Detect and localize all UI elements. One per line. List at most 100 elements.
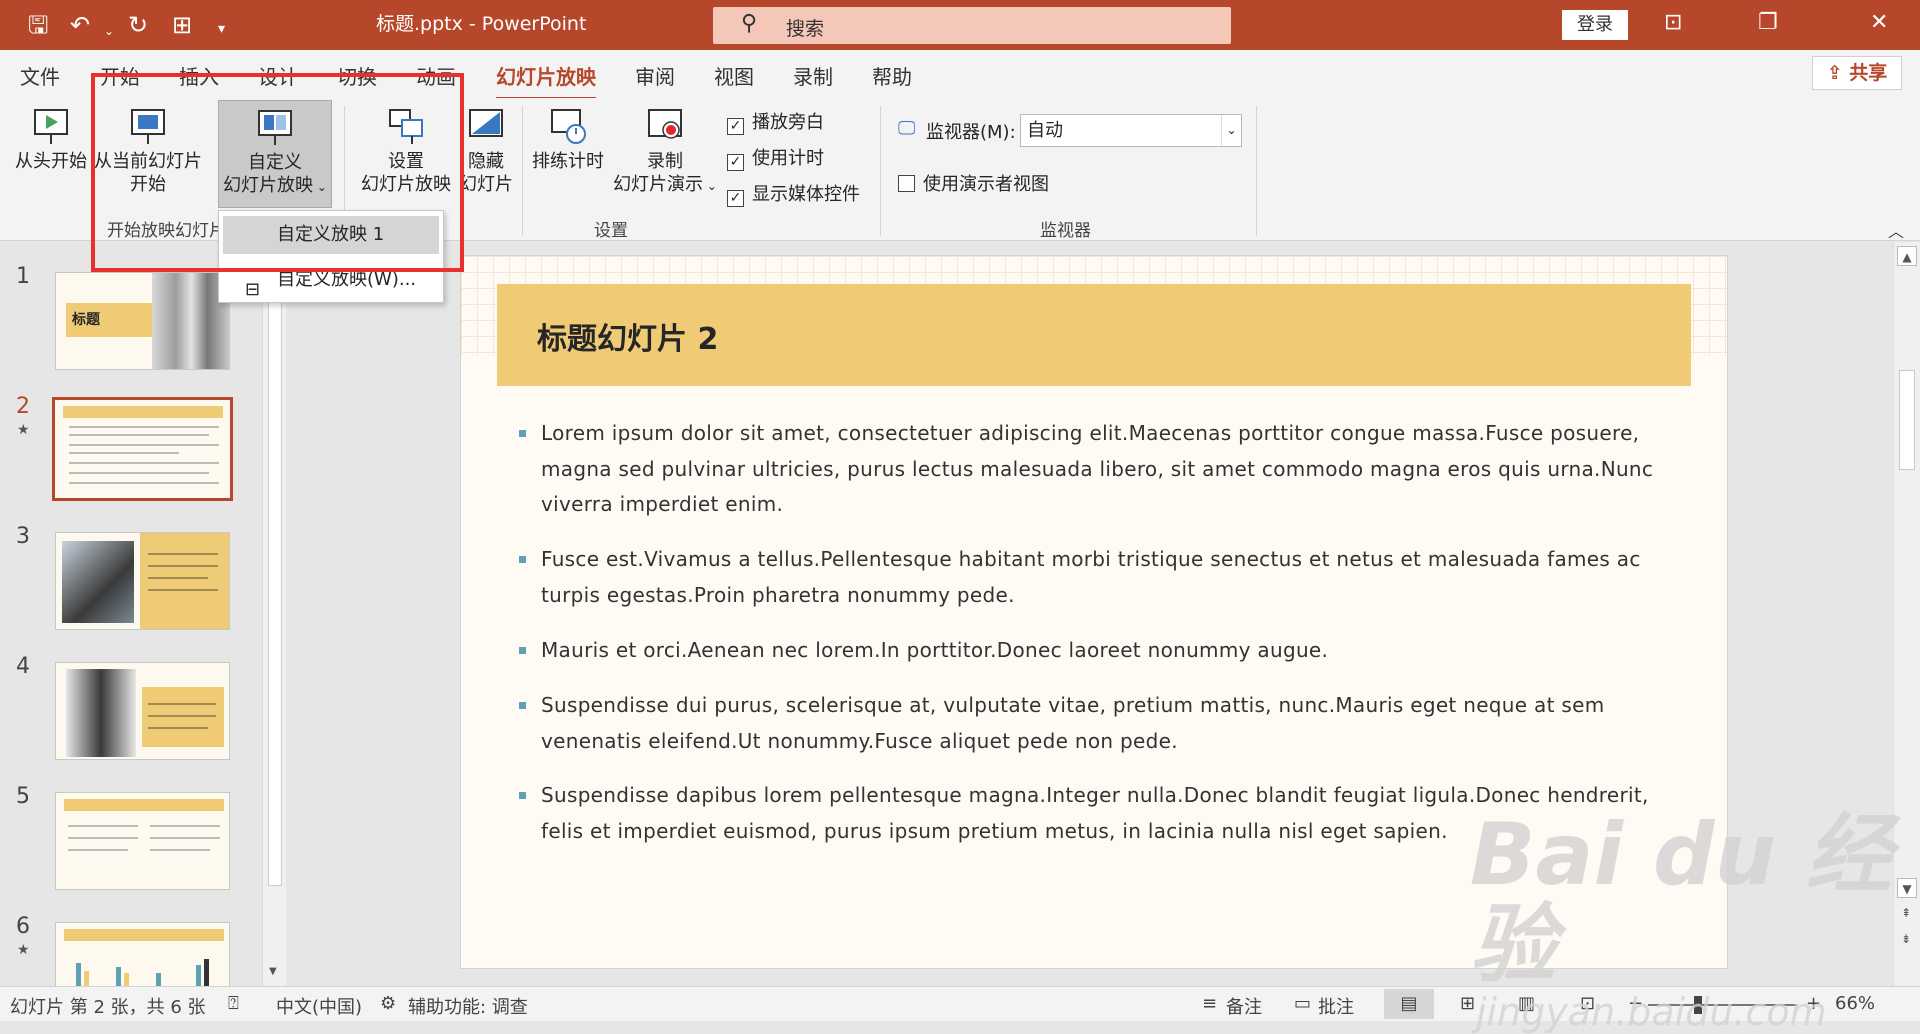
from-current-slide-button[interactable]: 从当前幻灯片 开始: [94, 106, 202, 196]
ribbon-tabs: 文件 开始 插入 设计 切换 动画 幻灯片放映 审阅 视图 录制 帮助 ⇪ 共享: [0, 50, 1920, 100]
group-separator: [522, 106, 523, 236]
record-label-2: 幻灯片演示: [613, 174, 704, 195]
from-current-label-1: 从当前幻灯片: [94, 151, 202, 172]
customize-toolbar-icon[interactable]: ▾: [218, 14, 225, 44]
tab-view[interactable]: 视图: [714, 61, 754, 90]
tab-file[interactable]: 文件: [20, 61, 60, 90]
collapse-ribbon-icon[interactable]: ︿: [1888, 218, 1904, 242]
custom-slideshow-button[interactable]: 自定义 幻灯片放映 ⌄: [218, 100, 332, 208]
bullet-item[interactable]: Mauris et orci.Aenean nec lorem.In portt…: [519, 633, 1661, 669]
slide-thumbnail-2[interactable]: [52, 397, 233, 501]
tab-help[interactable]: 帮助: [872, 61, 912, 90]
setup-slideshow-button[interactable]: 设置 幻灯片放映: [356, 106, 456, 196]
slide-thumbnail-1[interactable]: 标题: [55, 272, 230, 370]
tab-design[interactable]: 设计: [258, 61, 298, 90]
slide-thumbnail-4[interactable]: [55, 662, 230, 760]
group-label-setup: 设置: [594, 221, 628, 241]
share-label: 共享: [1849, 62, 1888, 84]
restore-icon[interactable]: ❐: [1758, 10, 1778, 35]
tab-transitions[interactable]: 切换: [337, 61, 377, 90]
undo-icon[interactable]: ↶: [70, 10, 90, 40]
thumbnail-title: 标题: [72, 312, 100, 328]
close-icon[interactable]: ✕: [1870, 10, 1888, 35]
record-label-1: 录制: [647, 151, 683, 172]
redo-icon[interactable]: ↻: [128, 10, 148, 40]
slide-thumbnail-3[interactable]: [55, 532, 230, 630]
baidu-jingyan-watermark: Bai du 经验 jingyan.baidu.com: [1470, 810, 1920, 1034]
slide-thumbnail-5[interactable]: [55, 792, 230, 890]
rehearse-timings-button[interactable]: 排练计时: [528, 106, 608, 173]
play-narrations-checkbox[interactable]: ✓ 播放旁白: [727, 108, 824, 135]
tab-slideshow[interactable]: 幻灯片放映: [496, 61, 596, 100]
hide-label-2: 幻灯片: [459, 174, 513, 195]
notes-button[interactable]: 备注: [1226, 993, 1262, 1019]
save-icon[interactable]: 🖫: [28, 10, 48, 40]
play-narrations-label: 播放旁白: [752, 112, 824, 133]
businessman-photo: [66, 669, 136, 757]
slide-thumbnails-pane: 1 标题 2 ★ 3 4 5 6 ★ ▼: [0, 242, 286, 986]
watermark-logo-text: Bai du 经验: [1470, 805, 1892, 995]
slide-title[interactable]: 标题幻灯片 2: [537, 314, 718, 358]
watermark-url: jingyan.baidu.com: [1476, 990, 1827, 1034]
scrollbar-thumb[interactable]: [1899, 370, 1915, 470]
show-media-controls-checkbox[interactable]: ✓ 显示媒体控件: [727, 180, 860, 207]
tab-insert[interactable]: 插入: [179, 61, 219, 90]
chevron-down-icon: ⌄: [703, 179, 717, 193]
play-from-start-icon: [34, 109, 68, 144]
use-timings-checkbox[interactable]: ✓ 使用计时: [727, 144, 824, 171]
use-timings-label: 使用计时: [752, 148, 824, 169]
search-box[interactable]: ⚲ 搜索: [713, 7, 1231, 44]
undo-dropdown-icon[interactable]: ⌄: [104, 16, 114, 46]
bullet-item[interactable]: Suspendisse dui purus, scelerisque at, v…: [519, 688, 1661, 759]
monitor-select[interactable]: 自动 ⌄: [1020, 114, 1242, 147]
from-beginning-label: 从头开始: [15, 151, 87, 172]
presenter-view-label: 使用演示者视图: [923, 174, 1049, 195]
slide-number: 3: [16, 524, 30, 549]
group-label-start: 开始放映幻灯片: [107, 221, 226, 241]
accessibility-status[interactable]: 辅助功能: 调查: [408, 993, 528, 1019]
bullet-item[interactable]: Lorem ipsum dolor sit amet, consectetuer…: [519, 416, 1661, 523]
comments-icon: ▭: [1294, 993, 1312, 1014]
checkbox-checked-icon: ✓: [727, 118, 744, 135]
from-beginning-button[interactable]: 从头开始: [10, 106, 92, 173]
hide-slide-button[interactable]: 隐藏 幻灯片: [458, 106, 514, 196]
scroll-down-icon[interactable]: ▼: [269, 966, 277, 977]
menu-item-custom-show-1[interactable]: 自定义放映 1: [223, 216, 439, 254]
document-title: 标题.pptx - PowerPoint: [376, 13, 587, 35]
presenter-view-checkbox[interactable]: 使用演示者视图: [898, 170, 1049, 196]
title-bar: 🖫 ↶ ⌄ ↻ ⊞ ▾ 标题.pptx - PowerPoint ⚲ 搜索 登录…: [0, 0, 1920, 50]
login-button[interactable]: 登录: [1562, 10, 1628, 40]
thumbnails-scrollbar[interactable]: ▼: [262, 242, 286, 986]
normal-view-icon[interactable]: ▤: [1384, 989, 1434, 1019]
slide-number: 4: [16, 654, 30, 679]
monitor-icon: 🖵: [898, 118, 916, 139]
hide-slide-icon: [469, 109, 503, 137]
custom-slideshow-menu: 自定义放映 1 ⊟ 自定义放映(W)...: [218, 210, 444, 303]
language-indicator[interactable]: 中文(中国): [276, 993, 362, 1019]
show-media-controls-label: 显示媒体控件: [752, 184, 860, 205]
custom-shows-icon: ⊟: [245, 279, 261, 300]
tab-record[interactable]: 录制: [793, 61, 833, 90]
group-separator: [1256, 106, 1257, 236]
menu-item-custom-shows[interactable]: ⊟ 自定义放映(W)...: [223, 261, 439, 300]
share-button[interactable]: ⇪ 共享: [1812, 56, 1902, 90]
tab-animations[interactable]: 动画: [416, 61, 456, 90]
tab-home[interactable]: 开始: [100, 61, 140, 90]
spelling-check-icon[interactable]: ⍰: [228, 993, 239, 1014]
monitor-value: 自动: [1027, 120, 1063, 141]
scroll-up-icon[interactable]: ▲: [1897, 246, 1917, 266]
from-current-label-2: 开始: [130, 174, 166, 195]
custom-shows-label: 自定义放映(W)...: [277, 269, 417, 290]
tab-review[interactable]: 审阅: [635, 61, 675, 90]
present-icon[interactable]: ⊞: [172, 10, 192, 40]
animation-star-icon: ★: [17, 422, 30, 438]
comments-button[interactable]: 批注: [1318, 993, 1354, 1019]
search-placeholder: 搜索: [786, 18, 825, 40]
bullet-item[interactable]: Fusce est.Vivamus a tellus.Pellentesque …: [519, 542, 1661, 613]
ribbon-display-options-icon[interactable]: ⊡: [1664, 10, 1682, 35]
record-slideshow-button[interactable]: 录制 幻灯片演示 ⌄: [610, 106, 720, 198]
checkbox-checked-icon: ✓: [727, 154, 744, 171]
slide-thumbnail-6[interactable]: [55, 922, 230, 986]
scrollbar-thumb[interactable]: [268, 246, 282, 886]
slide-title-banner: 标题幻灯片 2: [497, 284, 1691, 386]
